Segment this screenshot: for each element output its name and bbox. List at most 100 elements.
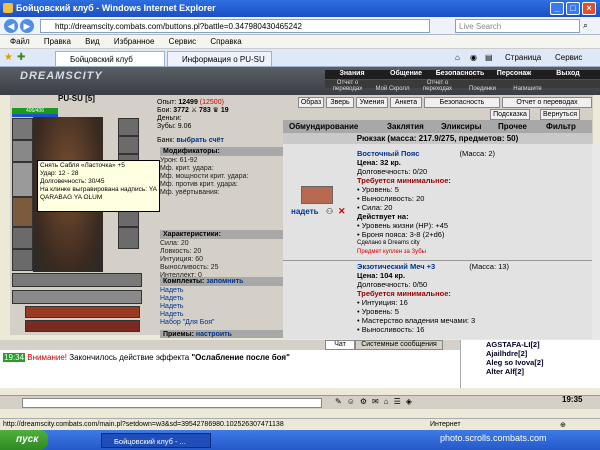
- skills-button[interactable]: Умения: [356, 97, 388, 108]
- subnav-write[interactable]: Напишите: [505, 86, 550, 92]
- belt-item-image[interactable]: [301, 186, 333, 204]
- boots-slot[interactable]: [118, 227, 139, 249]
- character-name[interactable]: PU-SU [5]: [58, 94, 95, 103]
- add-favorites-icon[interactable]: ✚: [17, 52, 25, 63]
- security-button[interactable]: Безопасность: [424, 97, 500, 108]
- techniques-header[interactable]: Приемы: настроить: [160, 330, 285, 338]
- amulet-slot[interactable]: [118, 136, 139, 154]
- nav-exit[interactable]: Выход: [541, 70, 595, 77]
- pocket-slots[interactable]: [12, 290, 142, 304]
- feed-icon[interactable]: ◉: [470, 53, 477, 62]
- tab-chat[interactable]: Чат: [325, 340, 355, 350]
- online-user[interactable]: AGSTAFA-LI[2]: [461, 340, 600, 349]
- tab-other[interactable]: Прочее: [498, 122, 527, 131]
- home-icon[interactable]: ⌂: [455, 53, 460, 62]
- hint-button[interactable]: Подсказка: [490, 109, 530, 120]
- teeth-label: Зубы:: [157, 123, 176, 130]
- sets-remember-link[interactable]: запомнить: [206, 278, 243, 285]
- share-icon[interactable]: ⚇: [326, 207, 333, 216]
- zoom-icon[interactable]: ⊕: [560, 421, 566, 429]
- image-button[interactable]: Образ: [298, 97, 324, 108]
- taskbar-ie-item[interactable]: Бойцовский клуб - ...: [101, 433, 211, 448]
- sets-header[interactable]: Комплекты: запомнить: [160, 277, 285, 286]
- menu-edit[interactable]: Правка: [44, 37, 71, 46]
- subnav-fights[interactable]: Поединки: [460, 86, 505, 92]
- print-icon[interactable]: ▤: [485, 53, 493, 62]
- tools-menu[interactable]: Сервис: [555, 53, 582, 62]
- bank-select-link[interactable]: выбрать счёт: [176, 137, 224, 144]
- chat-toolbar-icons[interactable]: ✎☺⚙✉⌂☰◈: [335, 397, 417, 406]
- subnav-transfers[interactable]: Отчет о переводах: [325, 80, 370, 92]
- chat-input[interactable]: [22, 398, 322, 408]
- stat-strength: Сила: 20: [160, 240, 189, 247]
- item-name[interactable]: Восточный Пояс: [357, 149, 419, 158]
- nav-security[interactable]: Безопасность: [433, 70, 487, 77]
- minimize-button[interactable]: _: [550, 2, 564, 15]
- nav-communication[interactable]: Общение: [379, 70, 433, 77]
- set-wear-link[interactable]: Надеть: [160, 295, 215, 303]
- elixir-slots[interactable]: [25, 306, 140, 318]
- item-tooltip: Снять Сабля «Ласточка» +5 Удар: 12 - 28 …: [37, 160, 160, 212]
- delete-icon[interactable]: ✕: [338, 206, 346, 217]
- characteristics-header[interactable]: Характеристики:: [160, 230, 285, 239]
- pet-button[interactable]: Зверь: [326, 97, 354, 108]
- chat-attention: Внимание!: [27, 353, 67, 362]
- set-wear-link[interactable]: Надеть: [160, 287, 215, 295]
- back-icon[interactable]: ◀: [4, 19, 18, 33]
- url-input[interactable]: http://dreamscity.combats.com/buttons.pl…: [40, 19, 430, 33]
- armor-slot[interactable]: [12, 197, 33, 227]
- earring-slot[interactable]: [118, 118, 139, 136]
- pants-slot[interactable]: [12, 249, 33, 271]
- item-price: Цена: 104 кр.: [357, 271, 406, 280]
- techniques-setup-link[interactable]: настроить: [196, 331, 232, 338]
- weapon-slot[interactable]: [12, 162, 33, 197]
- tab-elixirs[interactable]: Эликсиры: [441, 122, 481, 131]
- tab-system-messages[interactable]: Системные сообщения: [355, 340, 443, 350]
- online-user[interactable]: Aleg so Ivova[2]: [461, 358, 600, 367]
- set-wear-link[interactable]: Надеть: [160, 303, 215, 311]
- transfers-report-button[interactable]: Отчет о переводах: [502, 97, 592, 108]
- scroll-slots[interactable]: [12, 273, 142, 287]
- tab-info[interactable]: Информация о PU-SU: [167, 51, 272, 66]
- menu-favorites[interactable]: Избранное: [114, 37, 155, 46]
- page-menu[interactable]: Страница: [505, 53, 541, 62]
- search-icon[interactable]: ⌕: [583, 20, 588, 31]
- subnav-transitions[interactable]: Отчет о переходах: [415, 80, 460, 92]
- online-user[interactable]: Ajailhdre[2]: [461, 349, 600, 358]
- wear-link[interactable]: надеть: [291, 207, 319, 216]
- set-wear-link[interactable]: Надеть: [160, 311, 215, 319]
- tab-equipment[interactable]: Обмундирование: [289, 122, 358, 131]
- item-req: • Выносливость: 16: [357, 325, 425, 334]
- tab-fight-club[interactable]: Бойцовский клуб: [55, 51, 165, 66]
- chat-message: Закончилось действие эффекта: [69, 353, 190, 362]
- menu-help[interactable]: Справка: [210, 37, 241, 46]
- profile-button[interactable]: Анкета: [390, 97, 422, 108]
- set-battle-link[interactable]: Набор "Для Боя": [160, 319, 215, 327]
- online-user[interactable]: Alter Alf[2]: [461, 367, 600, 376]
- menu-tools[interactable]: Сервис: [169, 37, 196, 46]
- maximize-button[interactable]: □: [566, 2, 580, 15]
- bank-row: Банк: выбрать счёт: [157, 137, 229, 145]
- rune-slots[interactable]: [25, 320, 140, 332]
- inventory-scrollbar[interactable]: [592, 144, 600, 339]
- subnav-scroll[interactable]: Мой Скролл: [370, 86, 415, 92]
- nav-knowledge[interactable]: Знания: [325, 70, 379, 77]
- menu-file[interactable]: Файл: [10, 37, 30, 46]
- menu-view[interactable]: Вид: [85, 37, 99, 46]
- favorites-star-icon[interactable]: ★: [4, 52, 13, 63]
- tab-label: Информация о PU-SU: [182, 55, 265, 64]
- nav-character[interactable]: Персонаж: [487, 70, 541, 77]
- forward-icon[interactable]: ▶: [20, 19, 34, 33]
- search-input[interactable]: Live Search: [455, 19, 580, 33]
- close-button[interactable]: ×: [582, 2, 596, 15]
- start-button[interactable]: пуск: [0, 430, 48, 450]
- helmet-slot[interactable]: [12, 118, 33, 140]
- tab-filter[interactable]: Фильтр: [546, 122, 576, 131]
- bracers-slot[interactable]: [12, 140, 33, 162]
- tab-spells[interactable]: Заклятия: [387, 122, 424, 131]
- item-name[interactable]: Экзотический Меч +3: [357, 262, 435, 271]
- belt-slot[interactable]: [12, 227, 33, 249]
- return-button[interactable]: Вернуться: [540, 109, 580, 120]
- tooltip-line: На клинке выгравирована надпись: YA QARA…: [40, 186, 157, 201]
- modifiers-header[interactable]: Модификаторы:: [160, 147, 285, 156]
